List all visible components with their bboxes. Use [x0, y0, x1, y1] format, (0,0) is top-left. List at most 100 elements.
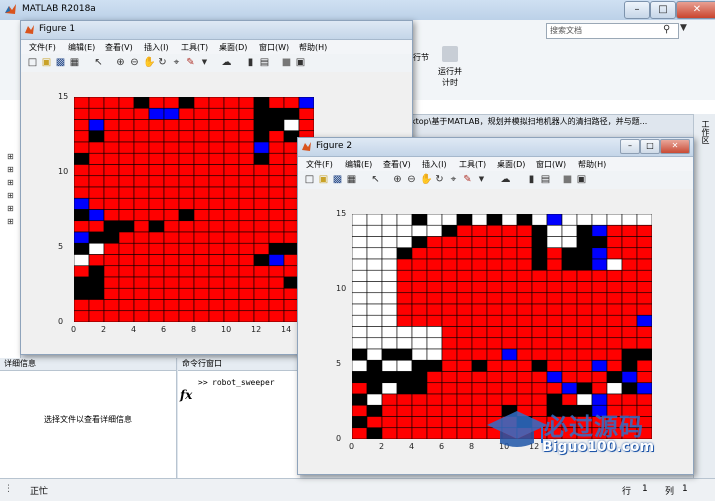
zoom-in-icon[interactable]: ⊕	[115, 57, 126, 68]
figure1-cell	[74, 164, 90, 177]
figure2-menu-insert[interactable]: 插入(I)	[422, 159, 447, 170]
pan-icon[interactable]: ✋	[143, 57, 155, 68]
figure1-cell	[223, 186, 240, 199]
brush-icon[interactable]: ✎	[185, 57, 196, 68]
figure1-xtick-label: 14	[281, 325, 292, 334]
new-figure-icon[interactable]: □	[27, 57, 38, 68]
show-tools-icon[interactable]: ▣	[576, 174, 587, 185]
data-cursor-icon[interactable]: ⌖	[171, 57, 182, 68]
close-button[interactable]: ✕	[676, 1, 715, 19]
maximize-button[interactable]: □	[650, 1, 676, 19]
rotate-icon[interactable]: ↻	[434, 174, 445, 185]
hide-tools-icon[interactable]: ■	[281, 57, 292, 68]
pointer-icon[interactable]: ↖	[370, 174, 381, 185]
hide-tools-icon[interactable]: ■	[562, 174, 573, 185]
folder-tree[interactable]: ⊞ ⊞ ⊞ ⊞ ⊞ ⊞	[0, 114, 21, 358]
figure1-menu-tools[interactable]: 工具(T)	[181, 42, 208, 53]
figure2-cell	[456, 348, 473, 361]
figure1-menu-file[interactable]: 文件(F)	[29, 42, 56, 53]
zoom-out-icon[interactable]: ⊖	[129, 57, 140, 68]
minimize-button[interactable]: –	[624, 1, 650, 19]
brush-dropdown-icon[interactable]: ▼	[476, 174, 487, 185]
open-file-icon[interactable]: ▣	[318, 174, 329, 185]
options-icon[interactable]: ▼	[680, 23, 710, 39]
figure1-menu-desktop[interactable]: 桌面(D)	[219, 42, 247, 53]
figure2-menu-file[interactable]: 文件(F)	[306, 159, 333, 170]
figure2-menu-desktop[interactable]: 桌面(D)	[497, 159, 525, 170]
figure2-cell	[516, 269, 533, 282]
figure2-cell	[486, 214, 503, 226]
figure2-cell	[531, 258, 548, 271]
figure1-menu-edit[interactable]: 编辑(E)	[68, 42, 95, 53]
doc-search-input[interactable]: 搜索文档	[546, 23, 679, 39]
figure2-menu-tools[interactable]: 工具(T)	[459, 159, 486, 170]
details-hint: 选择文件以查看详细信息	[44, 415, 132, 424]
command-window[interactable]: 命令行窗口 >> robot_sweeper fx	[178, 358, 300, 478]
figure2-menu-view[interactable]: 查看(V)	[383, 159, 411, 170]
link-plot-icon[interactable]: ☁	[500, 174, 511, 185]
pointer-icon[interactable]: ↖	[93, 57, 104, 68]
figure1-cell	[118, 130, 135, 143]
figure2-menu-edit[interactable]: 编辑(E)	[345, 159, 372, 170]
save-icon[interactable]: ▩	[55, 57, 66, 68]
figure2-close-button[interactable]: ✕	[660, 139, 690, 154]
figure1-menu-view[interactable]: 查看(V)	[105, 42, 133, 53]
figure1-cell	[223, 209, 240, 222]
figure2-maximize-button[interactable]: □	[640, 139, 660, 154]
zoom-in-icon[interactable]: ⊕	[392, 174, 403, 185]
figure1-cell	[223, 220, 240, 233]
figure1-cell	[238, 175, 255, 188]
figure2-cell	[531, 314, 548, 327]
figure1-cell	[148, 254, 165, 267]
zoom-out-icon[interactable]: ⊖	[406, 174, 417, 185]
show-tools-icon[interactable]: ▣	[295, 57, 306, 68]
figure1-cell	[253, 287, 270, 300]
pan-icon[interactable]: ✋	[420, 174, 432, 185]
figure2-cell	[396, 371, 413, 384]
print-icon[interactable]: ▦	[346, 174, 357, 185]
data-cursor-icon[interactable]: ⌖	[448, 174, 459, 185]
figure2-menu-window[interactable]: 窗口(W)	[536, 159, 566, 170]
open-file-icon[interactable]: ▣	[41, 57, 52, 68]
legend-icon[interactable]: ▤	[540, 174, 551, 185]
colorbar-icon[interactable]: ▮	[526, 174, 537, 185]
figure1-cell	[118, 152, 135, 165]
figure1-menu-help[interactable]: 帮助(H)	[299, 42, 327, 53]
legend-icon[interactable]: ▤	[259, 57, 270, 68]
search-icon[interactable]: ⚲	[663, 24, 675, 36]
figure1-grid-plot[interactable]	[74, 97, 314, 322]
figure1-cell	[163, 220, 180, 233]
figure2-cell	[441, 281, 458, 294]
brush-dropdown-icon[interactable]: ▼	[199, 57, 210, 68]
figure2-cell	[426, 337, 443, 350]
workspace-panel[interactable]	[693, 114, 715, 478]
figure2-cell	[471, 247, 488, 260]
figure1-menu-window[interactable]: 窗口(W)	[259, 42, 289, 53]
figure1-menu-insert[interactable]: 插入(I)	[144, 42, 169, 53]
print-icon[interactable]: ▦	[69, 57, 80, 68]
run-time-icon[interactable]	[442, 46, 458, 62]
colorbar-icon[interactable]: ▮	[245, 57, 256, 68]
figure2-cell	[396, 292, 413, 305]
save-icon[interactable]: ▩	[332, 174, 343, 185]
figure2-cell	[366, 269, 383, 282]
tree-expanders[interactable]: ⊞ ⊞ ⊞ ⊞ ⊞ ⊞	[7, 150, 14, 228]
figure2-cell	[381, 258, 398, 271]
figure2-cell	[471, 337, 488, 350]
figure2-titlebar[interactable]: Figure 2 – □ ✕	[298, 138, 693, 157]
brush-icon[interactable]: ✎	[462, 174, 473, 185]
fx-icon[interactable]: fx	[180, 388, 192, 402]
figure1-cell	[133, 265, 150, 278]
figure2-cell	[546, 359, 563, 372]
figure2-cell	[396, 247, 413, 260]
figure1-titlebar[interactable]: Figure 1	[21, 21, 412, 40]
figure2-ytick-label: 5	[336, 359, 342, 368]
command-text[interactable]: robot_sweeper	[212, 378, 275, 387]
figure2-cell	[576, 382, 593, 395]
new-figure-icon[interactable]: □	[304, 174, 315, 185]
rotate-icon[interactable]: ↻	[157, 57, 168, 68]
figure2-menu-help[interactable]: 帮助(H)	[578, 159, 606, 170]
link-plot-icon[interactable]: ☁	[221, 57, 232, 68]
figure2-minimize-button[interactable]: –	[620, 139, 640, 154]
figure2-cell	[591, 281, 608, 294]
